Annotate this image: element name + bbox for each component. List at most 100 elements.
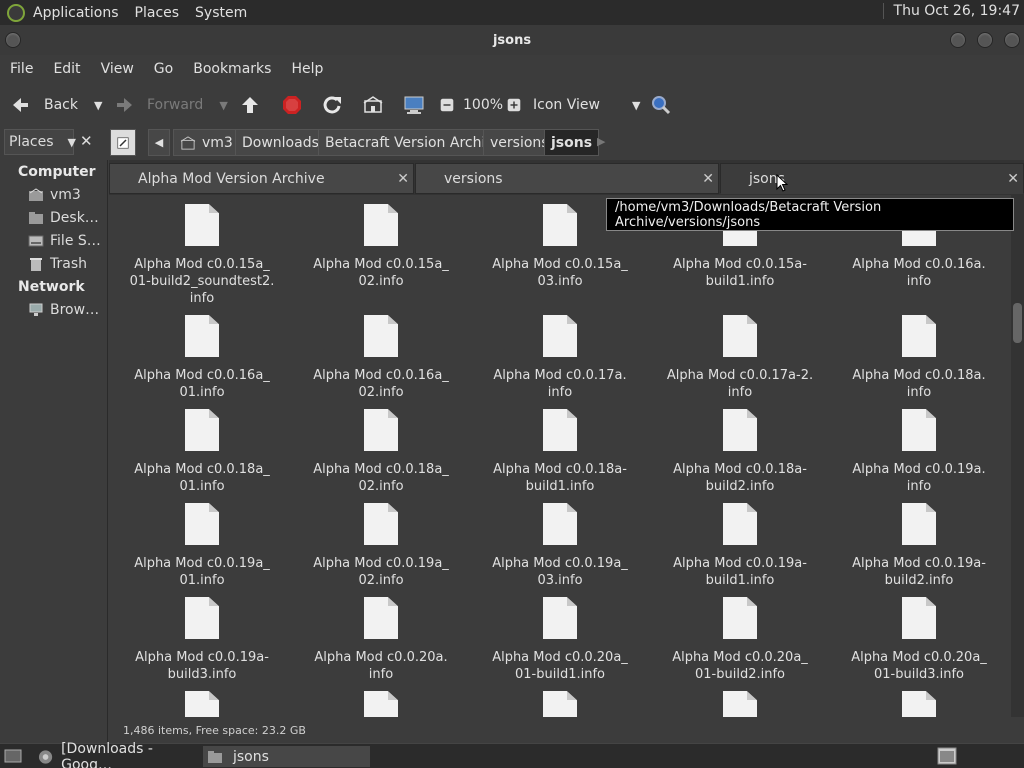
file-name-line: Alpha Mod c0.0.20a_ — [672, 650, 808, 665]
mouse-cursor-icon — [776, 174, 788, 192]
menu-edit[interactable]: Edit — [43, 61, 90, 77]
file-item[interactable]: Alpha Mod c0.0.15a_ 01-build2_soundtest2.… — [112, 204, 292, 307]
places-chevron-down-icon: ▼ — [67, 135, 76, 149]
file-item[interactable]: Alpha Mod c0.0.20a. info — [291, 597, 471, 683]
sidebar-item-filesystem[interactable]: File S… — [28, 233, 101, 249]
home-button[interactable] — [363, 85, 383, 125]
forward-history-chevron-down-icon[interactable]: ▼ — [219, 99, 227, 112]
zoom-out-button[interactable] — [440, 85, 454, 125]
distro-logo-icon[interactable] — [7, 3, 25, 22]
stop-button[interactable] — [282, 85, 302, 125]
back-history-chevron-down-icon[interactable]: ▼ — [94, 99, 102, 112]
menu-file[interactable]: File — [0, 61, 43, 77]
applications-menu[interactable]: Applications — [33, 5, 119, 21]
minimize-button[interactable] — [950, 32, 966, 48]
file-item[interactable]: Alpha Mod c0.0.16a_ 02.info — [291, 315, 471, 401]
file-item[interactable]: Alpha Mod c0.0.18a. info — [829, 315, 1009, 401]
zoom-level[interactable]: 100% — [463, 85, 503, 125]
file-item[interactable] — [650, 691, 830, 717]
tab-alpha-mod-version-archive[interactable]: Alpha Mod Version Archive ✕ — [109, 163, 414, 194]
sidebar-item-vm3[interactable]: vm3 — [28, 187, 81, 203]
file-item[interactable] — [291, 691, 471, 717]
file-name-line: 01-build3.info — [874, 667, 964, 682]
breadcrumb-vm3[interactable]: vm3 — [173, 129, 240, 156]
file-name-label: Alpha Mod c0.0.19a-build3.info — [112, 649, 292, 683]
file-item[interactable]: Alpha Mod c0.0.16a_ 01.info — [112, 315, 292, 401]
document-file-icon — [723, 597, 757, 639]
breadcrumb-scroll-right-icon[interactable]: ▶ — [597, 135, 605, 148]
clock[interactable]: Thu Oct 26, 19:47 — [882, 3, 1020, 19]
up-button[interactable] — [240, 85, 260, 125]
close-window-button[interactable] — [1004, 32, 1020, 48]
file-item[interactable]: Alpha Mod c0.0.18a_ 01.info — [112, 409, 292, 495]
show-desktop-icon[interactable] — [4, 748, 22, 764]
tab-versions[interactable]: versions ✕ — [415, 163, 719, 194]
window-titlebar[interactable]: jsons — [0, 25, 1024, 55]
file-name-label: Alpha Mod c0.0.18a_ 02.info — [291, 461, 471, 495]
close-sidebar-icon[interactable]: ✕ — [80, 132, 93, 150]
file-item[interactable]: Alpha Mod c0.0.19a_ 03.info — [470, 503, 650, 589]
file-item[interactable]: Alpha Mod c0.0.19a-build1.info — [650, 503, 830, 589]
sidebar-item-browse-network[interactable]: Brow… — [28, 302, 99, 318]
file-item[interactable] — [829, 691, 1009, 717]
file-name-line: Alpha Mod c0.0.19a- — [852, 556, 986, 571]
menu-bookmarks[interactable]: Bookmarks — [183, 61, 281, 77]
file-item[interactable]: Alpha Mod c0.0.15a_ 02.info — [291, 204, 471, 290]
file-item[interactable]: Alpha Mod c0.0.19a_ 01.info — [112, 503, 292, 589]
file-name-label: Alpha Mod c0.0.20a_ 01-build2.info — [650, 649, 830, 683]
menu-go[interactable]: Go — [144, 61, 183, 77]
menu-view[interactable]: View — [91, 61, 144, 77]
file-name-line: 01-build2_soundtest2. — [129, 274, 275, 289]
maximize-button[interactable] — [977, 32, 993, 48]
document-file-icon — [902, 409, 936, 451]
file-item[interactable]: Alpha Mod c0.0.20a_ 01-build2.info — [650, 597, 830, 683]
document-file-icon — [185, 503, 219, 545]
tab-jsons[interactable]: jsons ✕ — [720, 163, 1024, 194]
file-icon-view[interactable]: Alpha Mod c0.0.15a_ 01-build2_soundtest2.… — [109, 195, 1011, 717]
breadcrumb-scroll-left[interactable]: ◀ — [148, 129, 170, 156]
breadcrumb-downloads[interactable]: Downloads — [235, 129, 326, 156]
file-name-line: Alpha Mod c0.0.19a- — [673, 556, 807, 571]
menu-help[interactable]: Help — [281, 61, 333, 77]
file-item[interactable]: Alpha Mod c0.0.17a-2. info — [650, 315, 830, 401]
sidebar-type-select[interactable]: Places ▼ — [4, 129, 76, 155]
search-button[interactable] — [651, 85, 671, 125]
sidebar-item-trash[interactable]: Trash — [28, 256, 87, 272]
file-item[interactable]: Alpha Mod c0.0.19a. info — [829, 409, 1009, 495]
close-tab-icon[interactable]: ✕ — [1007, 171, 1019, 187]
close-tab-icon[interactable]: ✕ — [397, 171, 409, 187]
file-item[interactable]: Alpha Mod c0.0.19a_ 02.info — [291, 503, 471, 589]
computer-button[interactable] — [404, 85, 424, 125]
file-item[interactable]: Alpha Mod c0.0.19a-build3.info — [112, 597, 292, 683]
file-item[interactable]: Alpha Mod c0.0.20a_ 01-build3.info — [829, 597, 1009, 683]
taskbar-item-chrome[interactable]: [Downloads - Goog… — [34, 741, 200, 768]
breadcrumb-jsons[interactable]: jsons — [544, 129, 600, 156]
back-button[interactable]: Back ▼ — [10, 85, 102, 125]
view-mode-select[interactable]: Icon View ▼ — [533, 85, 640, 125]
file-item[interactable] — [112, 691, 292, 717]
file-item[interactable]: Alpha Mod c0.0.20a_ 01-build1.info — [470, 597, 650, 683]
file-name-line: Alpha Mod c0.0.19a_ — [134, 556, 270, 571]
file-item[interactable]: Alpha Mod c0.0.18a-build2.info — [650, 409, 830, 495]
breadcrumb-betacraft-version-archive[interactable]: Betacraft Version Archive — [318, 129, 510, 156]
menubar: File Edit View Go Bookmarks Help — [0, 55, 1024, 83]
file-item[interactable]: Alpha Mod c0.0.17a. info — [470, 315, 650, 401]
forward-button[interactable]: Forward ▼ — [115, 85, 228, 125]
taskbar-item-jsons[interactable]: jsons — [203, 746, 370, 767]
system-menu[interactable]: System — [195, 5, 247, 21]
close-tab-icon[interactable]: ✕ — [702, 171, 714, 187]
file-item[interactable]: Alpha Mod c0.0.19a-build2.info — [829, 503, 1009, 589]
vertical-scrollbar[interactable] — [1011, 195, 1024, 717]
search-icon — [652, 96, 671, 115]
folder-icon — [29, 212, 43, 224]
edit-location-button[interactable] — [110, 129, 136, 156]
sidebar-item-desktop[interactable]: Desk… — [28, 210, 99, 226]
reload-button[interactable] — [322, 85, 342, 125]
scrollbar-thumb[interactable] — [1013, 303, 1022, 343]
file-item[interactable]: Alpha Mod c0.0.18a-build1.info — [470, 409, 650, 495]
places-menu[interactable]: Places — [135, 5, 180, 21]
workspace-switcher-icon[interactable] — [937, 747, 957, 765]
zoom-in-button[interactable] — [507, 85, 521, 125]
file-item[interactable] — [470, 691, 650, 717]
file-item[interactable]: Alpha Mod c0.0.18a_ 02.info — [291, 409, 471, 495]
